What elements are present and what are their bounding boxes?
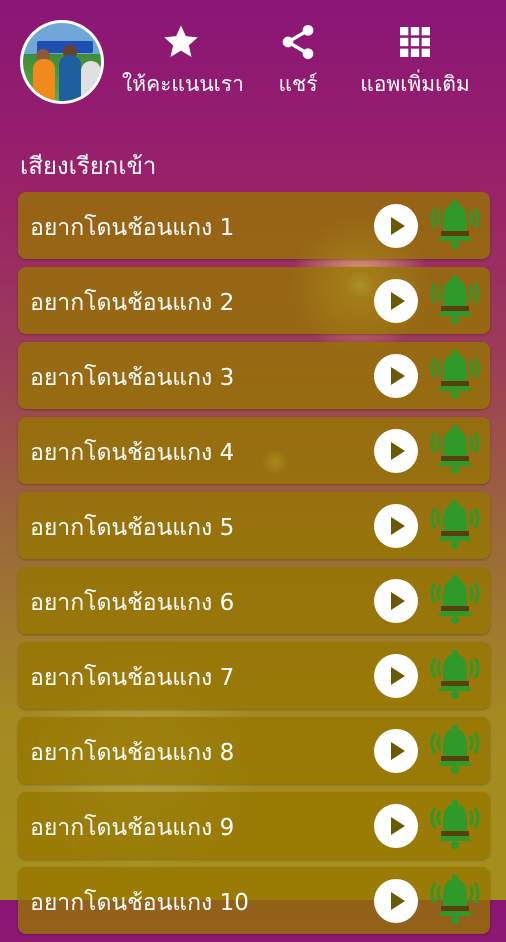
rate-us-label: ให้คะแนนเรา [122,72,244,96]
play-button[interactable] [374,804,418,848]
ringtone-title: อยากโดนช้อนแกง 3 [30,365,235,391]
play-button[interactable] [374,204,418,248]
bell-icon[interactable] [426,723,484,779]
share-icon [282,25,314,59]
bell-icon[interactable] [426,423,484,479]
ringtone-row[interactable]: อยากโดนช้อนแกง 10 [18,867,490,934]
bell-icon[interactable] [426,348,484,404]
ringtone-title: อยากโดนช้อนแกง 1 [30,215,235,241]
bell-icon[interactable] [426,573,484,629]
play-button[interactable] [374,504,418,548]
ringtone-row[interactable]: อยากโดนช้อนแกง 1 [18,192,490,259]
bell-icon[interactable] [426,273,484,329]
grid-icon [400,27,430,57]
play-button[interactable] [374,279,418,323]
app-header: ให้คะแนนเรา แชร์ แอพเพิ่มเติม [0,0,506,120]
bell-icon[interactable] [426,648,484,704]
ringtone-row[interactable]: อยากโดนช้อนแกง 9 [18,792,490,859]
play-button[interactable] [374,429,418,473]
app-avatar [20,20,104,104]
ringtone-row[interactable]: อยากโดนช้อนแกง 7 [18,642,490,709]
play-button[interactable] [374,654,418,698]
ringtone-list: อยากโดนช้อนแกง 1 อยากโดนช้อนแกง 2 อยากโดนช… [18,192,490,942]
ringtone-row[interactable]: อยากโดนช้อนแกง 8 [18,717,490,784]
ringtone-title: อยากโดนช้อนแกง 7 [30,665,235,691]
bell-icon[interactable] [426,798,484,854]
ringtone-row[interactable]: อยากโดนช้อนแกง 6 [18,567,490,634]
star-icon [164,25,198,57]
ringtone-row[interactable]: อยากโดนช้อนแกง 3 [18,342,490,409]
play-button[interactable] [374,879,418,923]
ringtone-row[interactable]: อยากโดนช้อนแกง 4 [18,417,490,484]
ringtone-title: อยากโดนช้อนแกง 10 [30,890,249,916]
ringtone-title: อยากโดนช้อนแกง 6 [30,590,235,616]
bell-icon[interactable] [426,873,484,929]
play-button[interactable] [374,354,418,398]
ringtone-title: อยากโดนช้อนแกง 9 [30,815,235,841]
ringtone-title: อยากโดนช้อนแกง 4 [30,440,235,466]
ringtone-title: อยากโดนช้อนแกง 5 [30,515,235,541]
ringtone-row[interactable]: อยากโดนช้อนแกง 5 [18,492,490,559]
ringtone-title: อยากโดนช้อนแกง 8 [30,740,235,766]
section-title: เสียงเรียกเข้า [20,152,157,180]
ringtone-row[interactable]: อยากโดนช้อนแกง 2 [18,267,490,334]
more-apps-label: แอพเพิ่มเติม [360,72,470,96]
share-label: แชร์ [278,72,318,96]
play-button[interactable] [374,729,418,773]
bell-icon[interactable] [426,498,484,554]
ringtone-title: อยากโดนช้อนแกง 2 [30,290,235,316]
share-button[interactable]: แชร์ [260,22,336,101]
bell-icon[interactable] [426,198,484,254]
play-button[interactable] [374,579,418,623]
more-apps-button[interactable]: แอพเพิ่มเติม [356,22,474,101]
rate-us-button[interactable]: ให้คะแนนเรา [122,22,244,101]
